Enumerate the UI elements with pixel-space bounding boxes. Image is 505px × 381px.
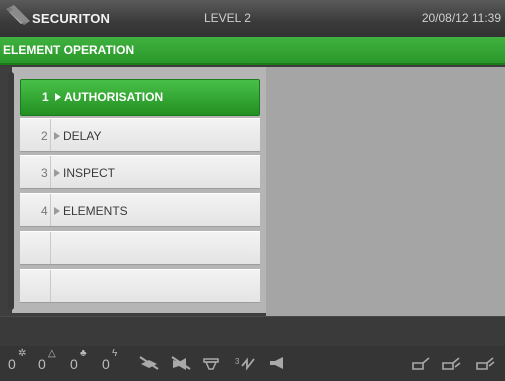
- menu-item-empty[interactable]: [20, 269, 260, 303]
- person-count: 0: [70, 356, 78, 372]
- content-area: 1 AUTHORISATION 2 DELAY 3 INSPECT 4 ELEM…: [0, 67, 505, 316]
- key-icon-1: [412, 357, 430, 370]
- detail-panel: [266, 67, 505, 316]
- menu-item-delay[interactable]: 2 DELAY: [20, 118, 260, 152]
- scroll-indicator[interactable]: [8, 72, 14, 310]
- horn-icon: [270, 357, 283, 369]
- key-icon-3: [476, 357, 495, 370]
- menu-item-label: DELAY: [63, 129, 102, 143]
- warning-count: 0: [38, 356, 46, 372]
- access-level: LEVEL 2: [204, 11, 251, 25]
- menu-item-number: 4: [41, 204, 48, 218]
- status-bar: 0 ✲ 0 △ 0 ♣ 0 ϟ 3: [0, 346, 505, 381]
- menu-item-number: 1: [42, 90, 49, 104]
- disabled-sounder-icon: [171, 356, 191, 370]
- menu-item-number: 2: [41, 129, 48, 143]
- fire-count: 0: [8, 356, 16, 372]
- page-title: ELEMENT OPERATION: [3, 43, 135, 57]
- menu-item-empty[interactable]: [20, 231, 260, 265]
- warning-counter: 0 △: [38, 348, 56, 372]
- arrow-right-icon: [54, 132, 60, 140]
- svg-text:3: 3: [235, 357, 240, 366]
- fault-count: 0: [102, 356, 110, 372]
- fire-icon: ✲: [18, 348, 27, 359]
- fault-icon: ϟ: [112, 348, 118, 359]
- menu-item-label: ELEMENTS: [63, 204, 128, 218]
- securiton-logo-icon: [6, 5, 30, 25]
- brand-name: SECURITON: [32, 11, 111, 26]
- disabled-detector-icon: [139, 356, 159, 370]
- person-counter: 0 ♣: [70, 348, 87, 372]
- title-bar: ELEMENT OPERATION: [0, 37, 505, 65]
- menu-item-elements[interactable]: 4 ELEMENTS: [20, 193, 260, 227]
- key-icon-2: [442, 357, 461, 370]
- arrow-right-icon: [54, 169, 60, 177]
- message-bar: [0, 316, 505, 346]
- arrow-right-icon: [54, 207, 60, 215]
- arrow-right-icon: [55, 93, 61, 101]
- delay-icon: 3: [235, 357, 255, 371]
- menu-item-number: 3: [41, 166, 48, 180]
- test-icon: [203, 358, 219, 370]
- warning-icon: △: [48, 348, 56, 359]
- person-icon: ♣: [80, 348, 87, 359]
- fire-alarm-counter: 0 ✲: [8, 348, 26, 372]
- menu-item-label: AUTHORISATION: [64, 90, 164, 104]
- header-bar: SECURITON LEVEL 2 20/08/12 11:39: [0, 0, 505, 37]
- menu-item-label: INSPECT: [63, 166, 116, 180]
- panel-screen: SECURITON LEVEL 2 20/08/12 11:39 ELEMENT…: [0, 0, 505, 381]
- menu-item-inspect[interactable]: 3 INSPECT: [20, 155, 260, 189]
- menu-item-authorisation[interactable]: 1 AUTHORISATION: [20, 79, 260, 116]
- date-time: 20/08/12 11:39: [421, 11, 501, 25]
- fault-counter: 0 ϟ: [102, 348, 117, 372]
